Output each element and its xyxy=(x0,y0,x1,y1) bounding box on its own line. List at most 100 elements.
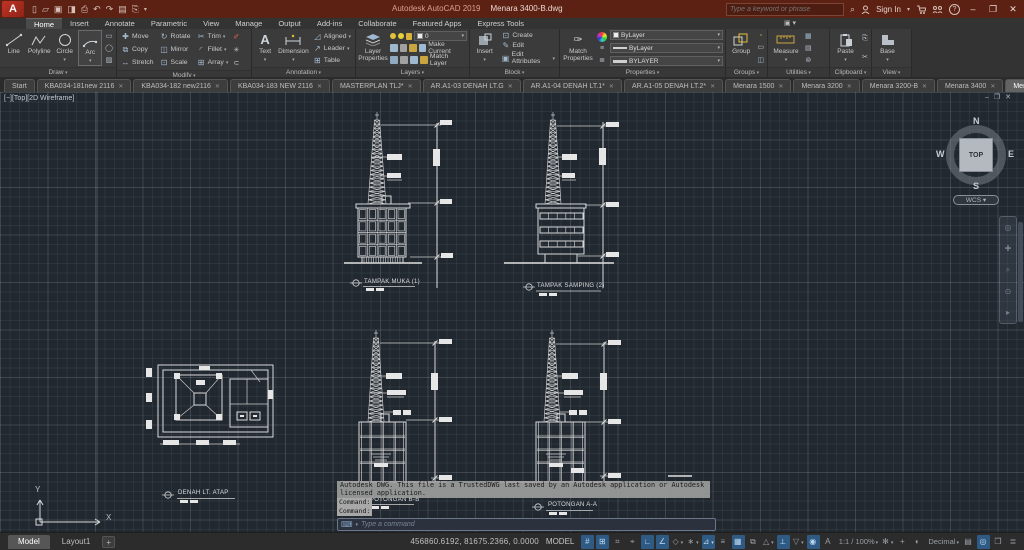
annotation-visibility-icon[interactable]: ◉ xyxy=(807,535,820,549)
file-tab[interactable]: Menara 1500 ✕ xyxy=(725,79,791,92)
ribbon-button[interactable]: ▣ Edit Attributes xyxy=(499,51,557,65)
cut-clip-icon[interactable]: ✂ xyxy=(862,53,868,61)
orbit-icon[interactable]: ⊙ xyxy=(1005,287,1012,296)
color-wheel-icon[interactable] xyxy=(597,32,607,42)
dropdown-arrow-icon[interactable] xyxy=(224,46,227,53)
layer-isolate-icon[interactable] xyxy=(390,44,398,52)
paste-button[interactable]: Paste xyxy=(832,30,859,66)
dropdown-arrow-icon[interactable] xyxy=(226,59,229,66)
hatch-icon[interactable]: ▨ xyxy=(106,56,113,64)
file-tab[interactable]: AR.A1-03 DENAH LT.G ✕ xyxy=(423,79,521,92)
ribbon-button[interactable]: ✂ Trim xyxy=(195,30,231,43)
file-tab[interactable]: AR.A1-05 DENAH LT.2* ✕ xyxy=(624,79,723,92)
explode-icon[interactable]: ✳ xyxy=(233,46,239,54)
tab-close-icon[interactable]: ✕ xyxy=(847,83,852,90)
file-tab[interactable]: KBA034-181new 2116 ✕ xyxy=(37,79,132,92)
dropdown-arrow-icon[interactable] xyxy=(711,537,714,546)
polyline-button[interactable]: Polyline xyxy=(27,30,50,66)
sign-in-caret-icon[interactable]: ▾ xyxy=(907,6,910,13)
vertical-scrollbar-thumb[interactable] xyxy=(1018,222,1023,322)
community-icon[interactable] xyxy=(932,5,943,14)
object-color-dropdown[interactable]: ByLayer ▾ xyxy=(610,30,723,40)
restore-button[interactable]: ❐ xyxy=(986,4,1000,15)
paste-dropdown-icon[interactable] xyxy=(844,56,847,63)
panel-label-groups[interactable]: Groups xyxy=(726,67,767,77)
ribbon-button[interactable]: ◫ Mirror xyxy=(158,43,193,56)
text-button[interactable]: A Text xyxy=(254,30,276,66)
save-as-icon[interactable]: ◨ xyxy=(67,1,76,17)
lineweight-dropdown[interactable]: BYLAYER ▾ xyxy=(610,56,723,66)
drawing-canvas[interactable]: [−][Top][2D Wireframe] –❐✕ TAMPAK MUKA (… xyxy=(0,92,1024,532)
offset-icon[interactable]: ⊂ xyxy=(233,59,239,67)
erase-icon[interactable]: ✐ xyxy=(233,33,239,41)
sheet-set-icon[interactable]: ▤ xyxy=(118,1,127,17)
tab-close-icon[interactable]: ✕ xyxy=(922,83,927,90)
ribbon-tab[interactable]: Annotate xyxy=(97,18,143,29)
dropdown-arrow-icon[interactable] xyxy=(552,55,555,62)
match-properties-button[interactable]: ✑ Match Properties xyxy=(562,30,594,66)
ribbon-button[interactable]: ✚ Move xyxy=(119,30,156,43)
layer-thaw-icon[interactable] xyxy=(400,56,408,64)
autoscale-icon[interactable]: A xyxy=(822,535,835,549)
insert-button[interactable]: Insert xyxy=(472,30,497,66)
panel-label-clipboard[interactable]: Clipboard xyxy=(830,67,871,77)
insert-dropdown-icon[interactable] xyxy=(483,56,486,63)
showmotion-icon[interactable]: ▸ xyxy=(1006,308,1010,317)
rectangle-icon[interactable]: ▭ xyxy=(106,32,113,40)
ribbon-button[interactable]: ↔ Stretch xyxy=(119,56,156,69)
object-snap-tracking-icon[interactable]: ∗ xyxy=(686,535,699,549)
match-layer-button[interactable]: Match Layer xyxy=(430,53,467,67)
id-point-icon[interactable]: ⊚ xyxy=(805,56,811,64)
layer-unisolate-icon[interactable] xyxy=(400,44,408,52)
tab-close-icon[interactable]: ✕ xyxy=(990,83,995,90)
qat-customize-icon[interactable]: ▾ xyxy=(144,6,147,13)
redo-icon[interactable]: ↷ xyxy=(106,1,114,17)
line-button[interactable]: Line xyxy=(2,30,25,66)
viewcube-east[interactable]: E xyxy=(1008,149,1014,159)
layer-merge-icon[interactable] xyxy=(420,56,428,64)
dropdown-arrow-icon[interactable] xyxy=(801,537,804,546)
dropdown-arrow-icon[interactable] xyxy=(347,45,350,52)
quick-select-icon[interactable]: ▦ xyxy=(805,32,812,40)
ribbon-tab[interactable]: Collaborate xyxy=(350,18,404,29)
pan-icon[interactable]: ✚ xyxy=(1005,244,1012,253)
selection-filtering-icon[interactable]: ▽ xyxy=(792,535,805,549)
ribbon-button[interactable]: ⊡ Scale xyxy=(158,56,193,69)
group-button[interactable]: Group xyxy=(728,30,754,66)
layer-dropdown-caret-icon[interactable]: ▾ xyxy=(461,33,464,39)
new-layout-button[interactable]: + xyxy=(102,536,115,548)
transparency-icon[interactable]: ▦ xyxy=(732,535,745,549)
ribbon-button[interactable]: ⧉ Copy xyxy=(119,43,156,56)
ribbon-tab[interactable]: Add-ins xyxy=(309,18,350,29)
viewcube-west[interactable]: W xyxy=(936,149,945,159)
base-dropdown-icon[interactable] xyxy=(886,56,889,63)
isolate-objects-icon[interactable]: ◐ xyxy=(911,535,924,549)
layer-freeze-icon[interactable] xyxy=(398,33,404,39)
command-customize-icon[interactable]: ⌨ xyxy=(341,520,353,529)
viewcube-south[interactable]: S xyxy=(973,181,979,191)
object-snap-icon[interactable]: ⊿ xyxy=(702,535,715,549)
circle-dropdown-icon[interactable] xyxy=(63,56,66,63)
dropdown-arrow-icon[interactable] xyxy=(681,537,684,546)
ribbon-button[interactable]: ⊞ Table xyxy=(311,56,353,65)
user-avatar-icon[interactable] xyxy=(861,5,870,14)
viewcube-top-face[interactable]: TOP xyxy=(959,138,993,172)
ribbon-tab[interactable]: Express Tools xyxy=(469,18,532,29)
close-button[interactable]: ✕ xyxy=(1006,4,1020,15)
linetype-dropdown[interactable]: ByLayer ▾ xyxy=(610,43,723,53)
command-recent-icon[interactable]: ▾ xyxy=(356,522,359,528)
viewport-controls[interactable]: [−][Top][2D Wireframe] xyxy=(4,95,74,102)
navigation-bar[interactable]: ◎ ✚ ⌕ ⊙ ▸ xyxy=(999,216,1017,324)
dropdown-arrow-icon[interactable] xyxy=(876,537,879,546)
ribbon-tab[interactable]: View xyxy=(195,18,227,29)
ellipse-icon[interactable]: ◯ xyxy=(105,44,113,52)
layer-on-icon[interactable] xyxy=(390,33,396,39)
dropdown-arrow-icon[interactable] xyxy=(771,537,774,546)
tab-close-icon[interactable]: ✕ xyxy=(778,83,783,90)
arc-button[interactable]: Arc xyxy=(78,30,102,66)
open-icon[interactable]: ▱ xyxy=(42,1,49,17)
tab-close-icon[interactable]: ✕ xyxy=(118,83,123,90)
measure-button[interactable]: Measure xyxy=(770,30,802,66)
ribbon-tab[interactable]: Home xyxy=(26,18,62,29)
units[interactable]: Decimal xyxy=(926,535,960,549)
